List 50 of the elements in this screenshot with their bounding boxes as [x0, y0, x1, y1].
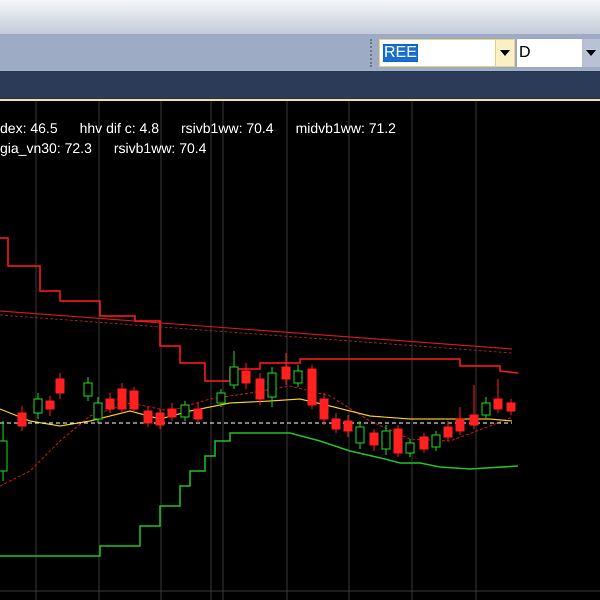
candlestick — [356, 420, 364, 450]
candlestick — [46, 396, 54, 416]
candlestick — [320, 392, 328, 426]
candlestick — [420, 432, 428, 454]
candlestick — [242, 362, 250, 390]
candlestick — [216, 388, 226, 408]
indicator-value: rsivb1ww: 70.4 — [181, 120, 274, 136]
candlestick — [268, 366, 276, 408]
candlestick — [470, 384, 478, 430]
indicator-value: midvb1ww: 71.2 — [296, 120, 396, 136]
candlestick — [308, 364, 316, 410]
candlestick — [144, 406, 152, 428]
symbol-combo[interactable]: REE — [379, 38, 515, 66]
dropdown-caret-icon[interactable] — [495, 40, 514, 66]
candlestick — [106, 392, 114, 414]
candlestick — [344, 414, 352, 438]
candlestick — [432, 430, 440, 452]
candlestick — [34, 392, 42, 420]
candlestick — [180, 400, 190, 422]
candlestick — [382, 424, 390, 456]
candlestick — [168, 402, 176, 422]
candlestick — [394, 424, 402, 458]
candlestick — [84, 376, 92, 402]
candlestick — [406, 438, 414, 458]
candlestick — [256, 372, 264, 406]
candlestick — [282, 352, 290, 386]
candlestick — [494, 378, 502, 414]
candlestick — [18, 406, 26, 432]
candlestick — [294, 364, 302, 388]
indicator-value: dex: 46.5 — [0, 120, 58, 136]
period-value: D — [518, 42, 532, 62]
candlestick — [456, 406, 464, 436]
candlestick — [482, 396, 490, 420]
candlestick — [156, 408, 164, 430]
period-combo[interactable]: D — [517, 38, 600, 66]
indicator-value: rsivb1ww: 70.4 — [114, 140, 206, 156]
candlestick — [230, 350, 238, 390]
indicator-value: gia_vn30: 72.3 — [0, 140, 92, 156]
candlestick — [118, 382, 126, 414]
candlestick — [94, 396, 102, 424]
candlestick — [370, 428, 378, 452]
candlestick — [506, 398, 516, 416]
candlestick — [444, 420, 452, 442]
symbol-value: REE — [383, 44, 418, 62]
indicator-value: hhv dif c: 4.8 — [80, 120, 159, 136]
candlestick — [130, 386, 138, 414]
dropdown-caret-icon[interactable] — [582, 38, 600, 66]
candlestick — [332, 412, 340, 434]
candlestick — [194, 402, 202, 424]
candlestick — [56, 372, 64, 400]
